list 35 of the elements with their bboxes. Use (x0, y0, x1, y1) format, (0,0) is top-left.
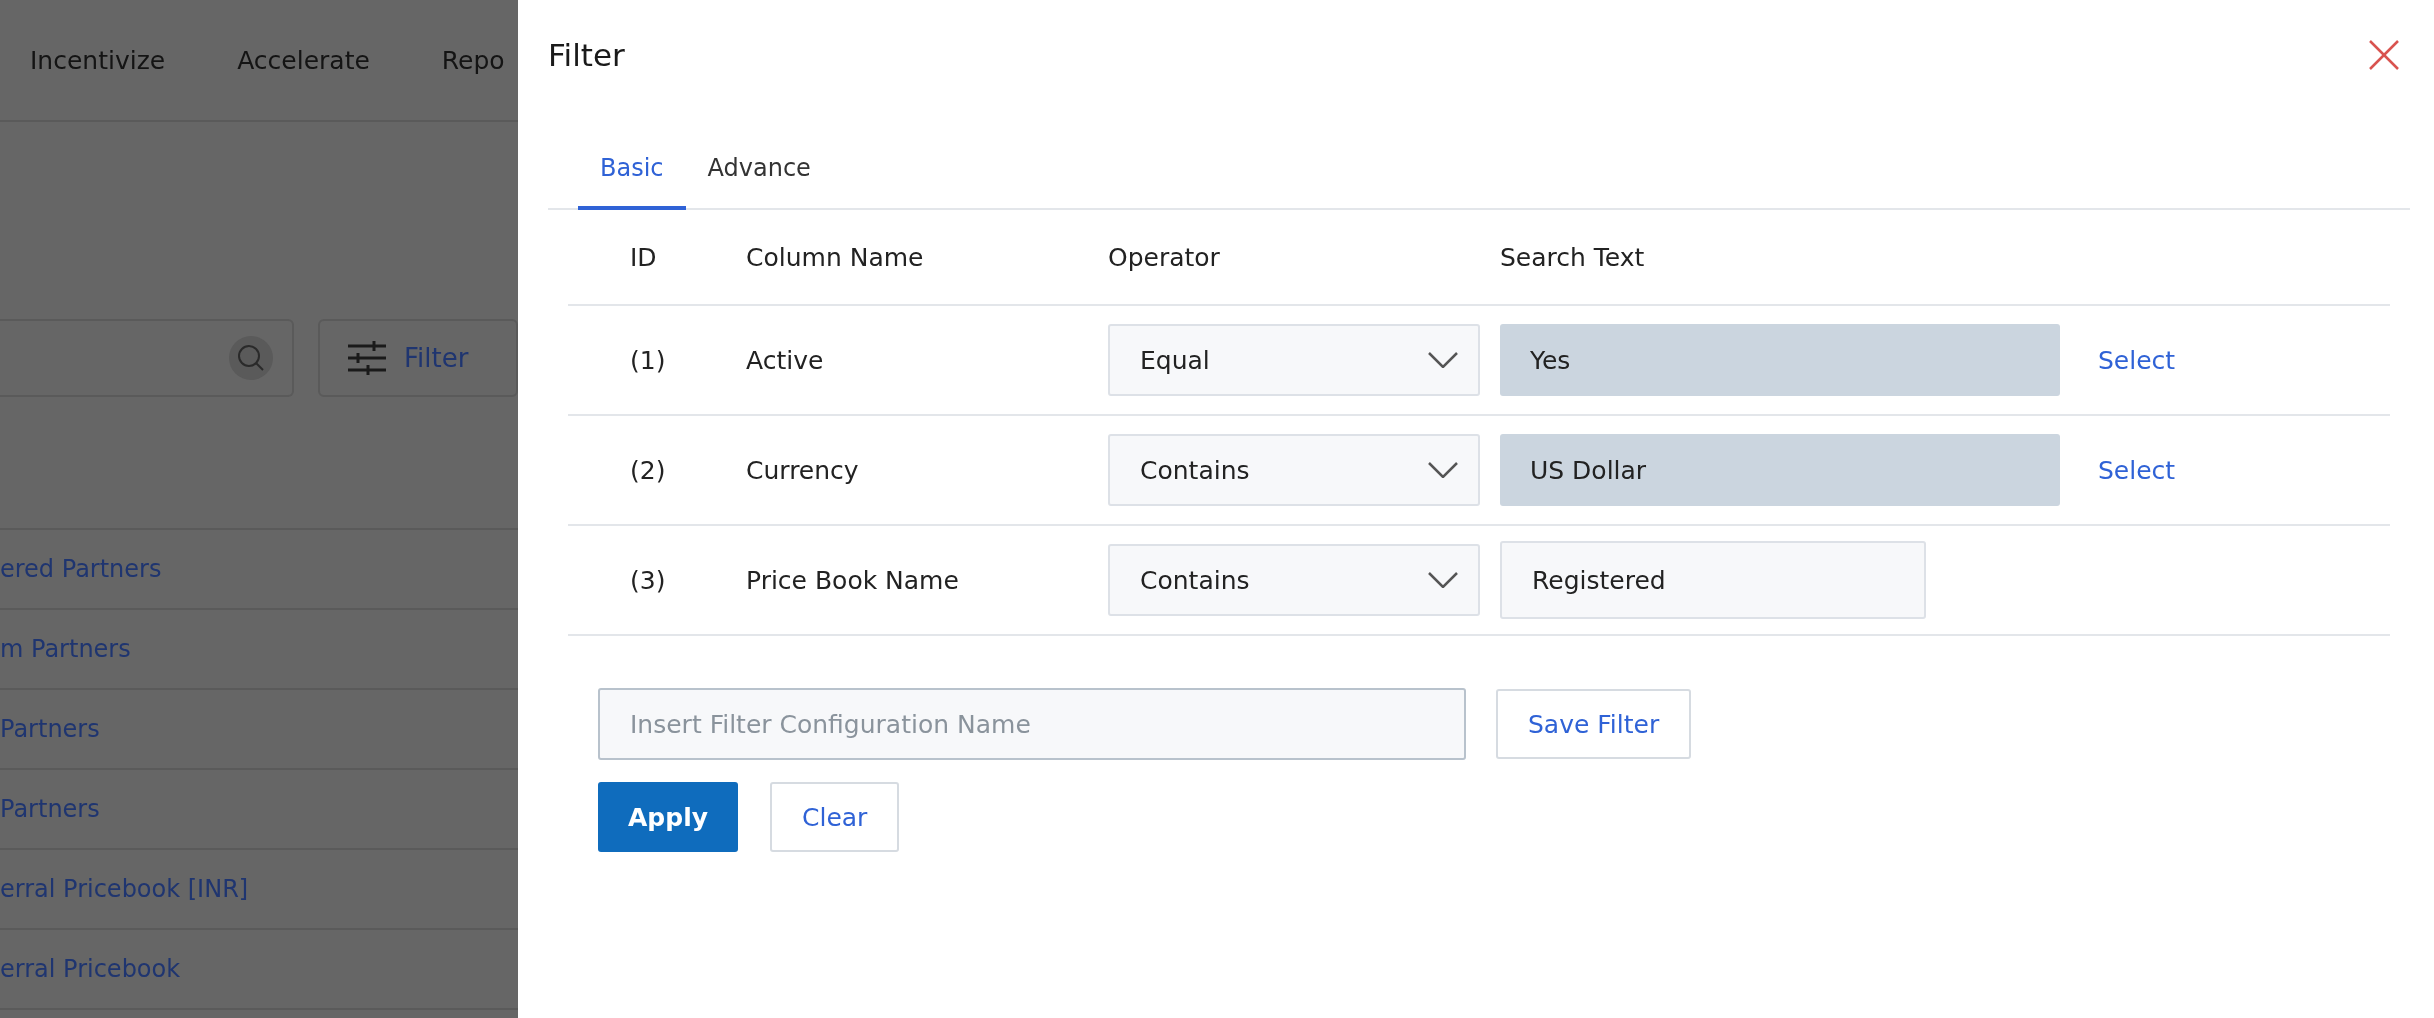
row-id: (1) (629, 345, 667, 375)
search-text-field[interactable]: US Dollar (1500, 434, 2060, 506)
search-icon[interactable] (228, 335, 274, 381)
config-name-field[interactable]: Insert Filter Configuration Name (598, 688, 1466, 760)
select-link[interactable]: Select (2098, 345, 2176, 375)
tab[interactable]: Basic (578, 140, 686, 210)
operator-dropdown[interactable]: Contains (1108, 544, 1480, 616)
column-name: Currency (746, 455, 860, 485)
row-id: (3) (629, 565, 667, 595)
column-name: Price Book Name (746, 565, 960, 595)
row-id: (2) (629, 455, 667, 485)
column-header: ID (629, 242, 658, 272)
operator-dropdown[interactable]: Equal (1108, 324, 1480, 396)
sliders-icon (348, 341, 386, 375)
tab[interactable]: Advance (685, 140, 833, 210)
column-name: Active (746, 345, 825, 375)
chevron-down-icon (1428, 462, 1458, 478)
chevron-down-icon (1428, 572, 1458, 588)
nav-item[interactable]: Accelerate (237, 45, 370, 75)
search-field[interactable] (0, 319, 294, 397)
column-header: Column Name (746, 242, 925, 272)
clear-button[interactable]: Clear (770, 782, 900, 852)
column-header: Search Text (1500, 242, 1646, 272)
select-link[interactable]: Select (2098, 455, 2176, 485)
search-text-field[interactable]: Registered (1500, 541, 1926, 619)
search-text-field[interactable]: Yes (1500, 324, 2060, 396)
nav-item[interactable]: Incentivize (30, 45, 166, 75)
chevron-down-icon (1428, 352, 1458, 368)
save-filter-button[interactable]: Save Filter (1496, 689, 1692, 759)
panel-title: Filter (548, 37, 625, 73)
apply-button[interactable]: Apply (598, 782, 738, 852)
column-header: Operator (1108, 242, 1221, 272)
operator-dropdown[interactable]: Contains (1108, 434, 1480, 506)
close-icon[interactable] (2368, 39, 2400, 71)
nav-item[interactable]: Repo (441, 45, 505, 75)
